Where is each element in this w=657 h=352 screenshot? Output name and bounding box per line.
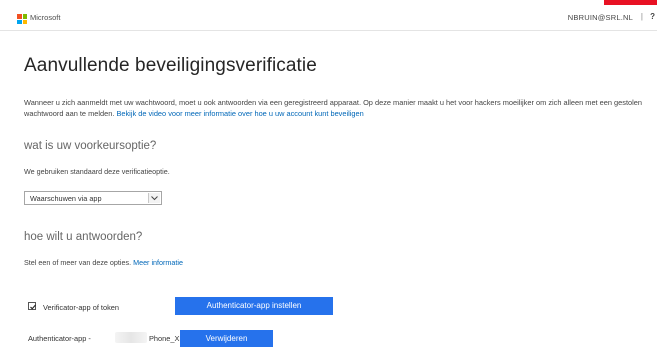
- top-red-strip: [604, 0, 657, 5]
- top-bar: Microsoft NBRUIN@SRL.NL | ?: [0, 0, 657, 31]
- more-info-link[interactable]: Meer informatie: [133, 258, 183, 267]
- redacted-device-name: [115, 332, 147, 343]
- preferred-option-note: We gebruiken standaard deze verificatieo…: [24, 167, 170, 176]
- authenticator-app-checkbox[interactable]: [28, 302, 36, 310]
- response-note-text: Stel een of meer van deze opties.: [24, 258, 134, 267]
- header-separator: |: [640, 12, 643, 21]
- page-title: Aanvullende beveiligingsverificatie: [24, 55, 317, 76]
- device-label-prefix: Authenticator-app -: [28, 334, 91, 343]
- chevron-down-icon[interactable]: [148, 193, 160, 203]
- response-method-heading: hoe wilt u antwoorden?: [24, 231, 143, 243]
- checkmark-icon: [30, 304, 36, 310]
- intro-text: Wanneer u zich aanmeldt met uw wachtwoor…: [24, 97, 654, 119]
- account-name[interactable]: NBRUIN@SRL.NL: [568, 13, 633, 22]
- video-info-link[interactable]: Bekijk de video voor meer informatie ove…: [116, 109, 363, 118]
- help-icon[interactable]: ?: [650, 12, 655, 21]
- microsoft-logo-icon: [17, 14, 27, 24]
- response-method-note: Stel een of meer van deze opties. Meer i…: [24, 258, 183, 267]
- selected-option: Waarschuwen via app: [30, 194, 102, 203]
- brand-name: Microsoft: [30, 13, 61, 22]
- authenticator-app-option-label[interactable]: Verificator-app of token: [43, 303, 119, 312]
- setup-authenticator-button[interactable]: Authenticator-app instellen: [175, 297, 333, 315]
- verification-option-select[interactable]: Waarschuwen via app: [24, 191, 162, 205]
- remove-device-button[interactable]: Verwijderen: [180, 330, 273, 347]
- preferred-option-heading: wat is uw voorkeursoptie?: [24, 140, 157, 152]
